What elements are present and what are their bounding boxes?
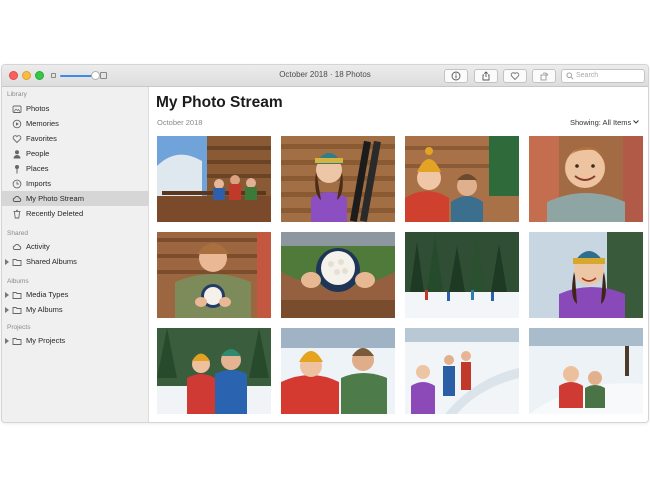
sidebar-item-people[interactable]: People bbox=[2, 146, 149, 161]
photo-thumbnail[interactable] bbox=[281, 136, 395, 222]
sidebar-item-shared-albums[interactable]: Shared Albums bbox=[2, 254, 149, 269]
clock-icon bbox=[12, 179, 22, 189]
sidebar-item-photos[interactable]: Photos bbox=[2, 101, 149, 116]
share-icon bbox=[482, 71, 490, 81]
photo-pine-skiers bbox=[405, 232, 519, 318]
folder-icon bbox=[12, 292, 22, 299]
search-icon bbox=[566, 72, 574, 80]
sidebar-item-label: Imports bbox=[26, 179, 52, 188]
folder-icon bbox=[12, 338, 22, 345]
sidebar-item-recently-deleted[interactable]: Recently Deleted bbox=[2, 206, 149, 221]
disclosure-triangle-icon[interactable] bbox=[5, 338, 9, 344]
sidebar-item-label: Recently Deleted bbox=[26, 209, 84, 218]
info-icon bbox=[451, 71, 461, 81]
title-bar: October 2018 · 18 Photos Search bbox=[2, 65, 648, 87]
sidebar-header-library: Library bbox=[7, 91, 27, 98]
photo-thumbnail[interactable] bbox=[157, 232, 271, 318]
photo-smiling-boy bbox=[529, 136, 643, 222]
search-field[interactable]: Search bbox=[561, 69, 645, 83]
page-title: My Photo Stream bbox=[156, 94, 283, 111]
showing-value: All Items bbox=[602, 118, 632, 127]
sidebar-item-label: Photos bbox=[26, 104, 50, 113]
sidebar-item-places[interactable]: Places bbox=[2, 161, 149, 176]
photos-icon bbox=[12, 105, 22, 113]
heart-icon bbox=[510, 72, 520, 81]
sidebar-item-my-albums[interactable]: My Albums bbox=[2, 302, 149, 317]
photo-thumbnail[interactable] bbox=[529, 328, 643, 414]
photo-kids-snow bbox=[281, 328, 395, 414]
folder-icon bbox=[12, 307, 22, 314]
sidebar-item-label: My Albums bbox=[26, 305, 63, 314]
sidebar-item-label: Shared Albums bbox=[26, 257, 77, 266]
photo-thumbnail[interactable] bbox=[157, 136, 271, 222]
disclosure-triangle-icon[interactable] bbox=[5, 292, 9, 298]
sidebar-item-my-photo-stream[interactable]: My Photo Stream bbox=[2, 191, 149, 206]
photo-thumbnail[interactable] bbox=[405, 136, 519, 222]
info-button[interactable] bbox=[444, 69, 468, 83]
sidebar-item-label: Favorites bbox=[26, 134, 57, 143]
trash-icon bbox=[13, 209, 21, 219]
photo-thumbnail[interactable] bbox=[281, 232, 395, 318]
sidebar-header-shared: Shared bbox=[7, 230, 28, 237]
sidebar-item-label: Media Types bbox=[26, 290, 69, 299]
sidebar-item-favorites[interactable]: Favorites bbox=[2, 131, 149, 146]
sidebar-item-label: Places bbox=[26, 164, 49, 173]
sidebar-header-albums: Albums bbox=[7, 278, 29, 285]
sidebar-item-activity[interactable]: Activity bbox=[2, 239, 149, 254]
rotate-icon bbox=[540, 72, 549, 81]
folder-icon bbox=[12, 259, 22, 266]
photo-thumbnail[interactable] bbox=[529, 232, 643, 318]
photo-two-kids-beanies bbox=[405, 136, 519, 222]
photo-thumbnail[interactable] bbox=[405, 328, 519, 414]
disclosure-triangle-icon[interactable] bbox=[5, 307, 9, 313]
rotate-button[interactable] bbox=[532, 69, 556, 83]
date-heading: October 2018 bbox=[157, 118, 203, 127]
sidebar-header-projects: Projects bbox=[7, 324, 31, 331]
search-placeholder: Search bbox=[576, 72, 599, 79]
photo-mug-overhead bbox=[281, 232, 395, 318]
sidebar-item-label: Memories bbox=[26, 119, 59, 128]
sidebar-item-label: People bbox=[26, 149, 50, 158]
photo-stream-view: My Photo Stream October 2018 Showing: Al… bbox=[150, 87, 648, 422]
favorite-button[interactable] bbox=[503, 69, 527, 83]
cloud-icon bbox=[12, 244, 22, 250]
sidebar-item-memories[interactable]: Memories bbox=[2, 116, 149, 131]
showing-filter[interactable]: Showing: All Items bbox=[570, 118, 640, 127]
person-icon bbox=[13, 150, 21, 159]
sidebar-item-my-projects[interactable]: My Projects bbox=[2, 333, 149, 348]
heart-icon bbox=[12, 135, 22, 144]
photo-kids-sledding bbox=[529, 328, 643, 414]
photo-girl-beanie bbox=[529, 232, 643, 318]
photo-thumbnail[interactable] bbox=[405, 232, 519, 318]
sidebar-item-label: Activity bbox=[26, 242, 50, 251]
photo-thumbnail[interactable] bbox=[529, 136, 643, 222]
disclosure-triangle-icon[interactable] bbox=[5, 259, 9, 265]
memories-icon bbox=[12, 119, 22, 129]
photo-thumbnail[interactable] bbox=[281, 328, 395, 414]
photo-thumbnail[interactable] bbox=[157, 328, 271, 414]
photo-family-walking bbox=[405, 328, 519, 414]
showing-label: Showing: bbox=[570, 118, 601, 127]
chevron-down-icon bbox=[633, 120, 640, 124]
share-button[interactable] bbox=[474, 69, 498, 83]
sidebar-item-label: My Projects bbox=[26, 336, 66, 345]
photo-family-deck bbox=[157, 136, 271, 222]
photos-window: October 2018 · 18 Photos Search Library … bbox=[1, 64, 649, 423]
pin-icon bbox=[15, 165, 19, 174]
sidebar: Library Photos Memories Favorites People… bbox=[2, 87, 149, 422]
cloud-icon bbox=[12, 196, 22, 202]
photo-girl-skis bbox=[281, 136, 395, 222]
sidebar-item-imports[interactable]: Imports bbox=[2, 176, 149, 191]
photo-couple-forest bbox=[157, 328, 271, 414]
photo-boy-mug bbox=[157, 232, 271, 318]
sidebar-item-label: My Photo Stream bbox=[26, 194, 84, 203]
sidebar-item-media-types[interactable]: Media Types bbox=[2, 287, 149, 302]
